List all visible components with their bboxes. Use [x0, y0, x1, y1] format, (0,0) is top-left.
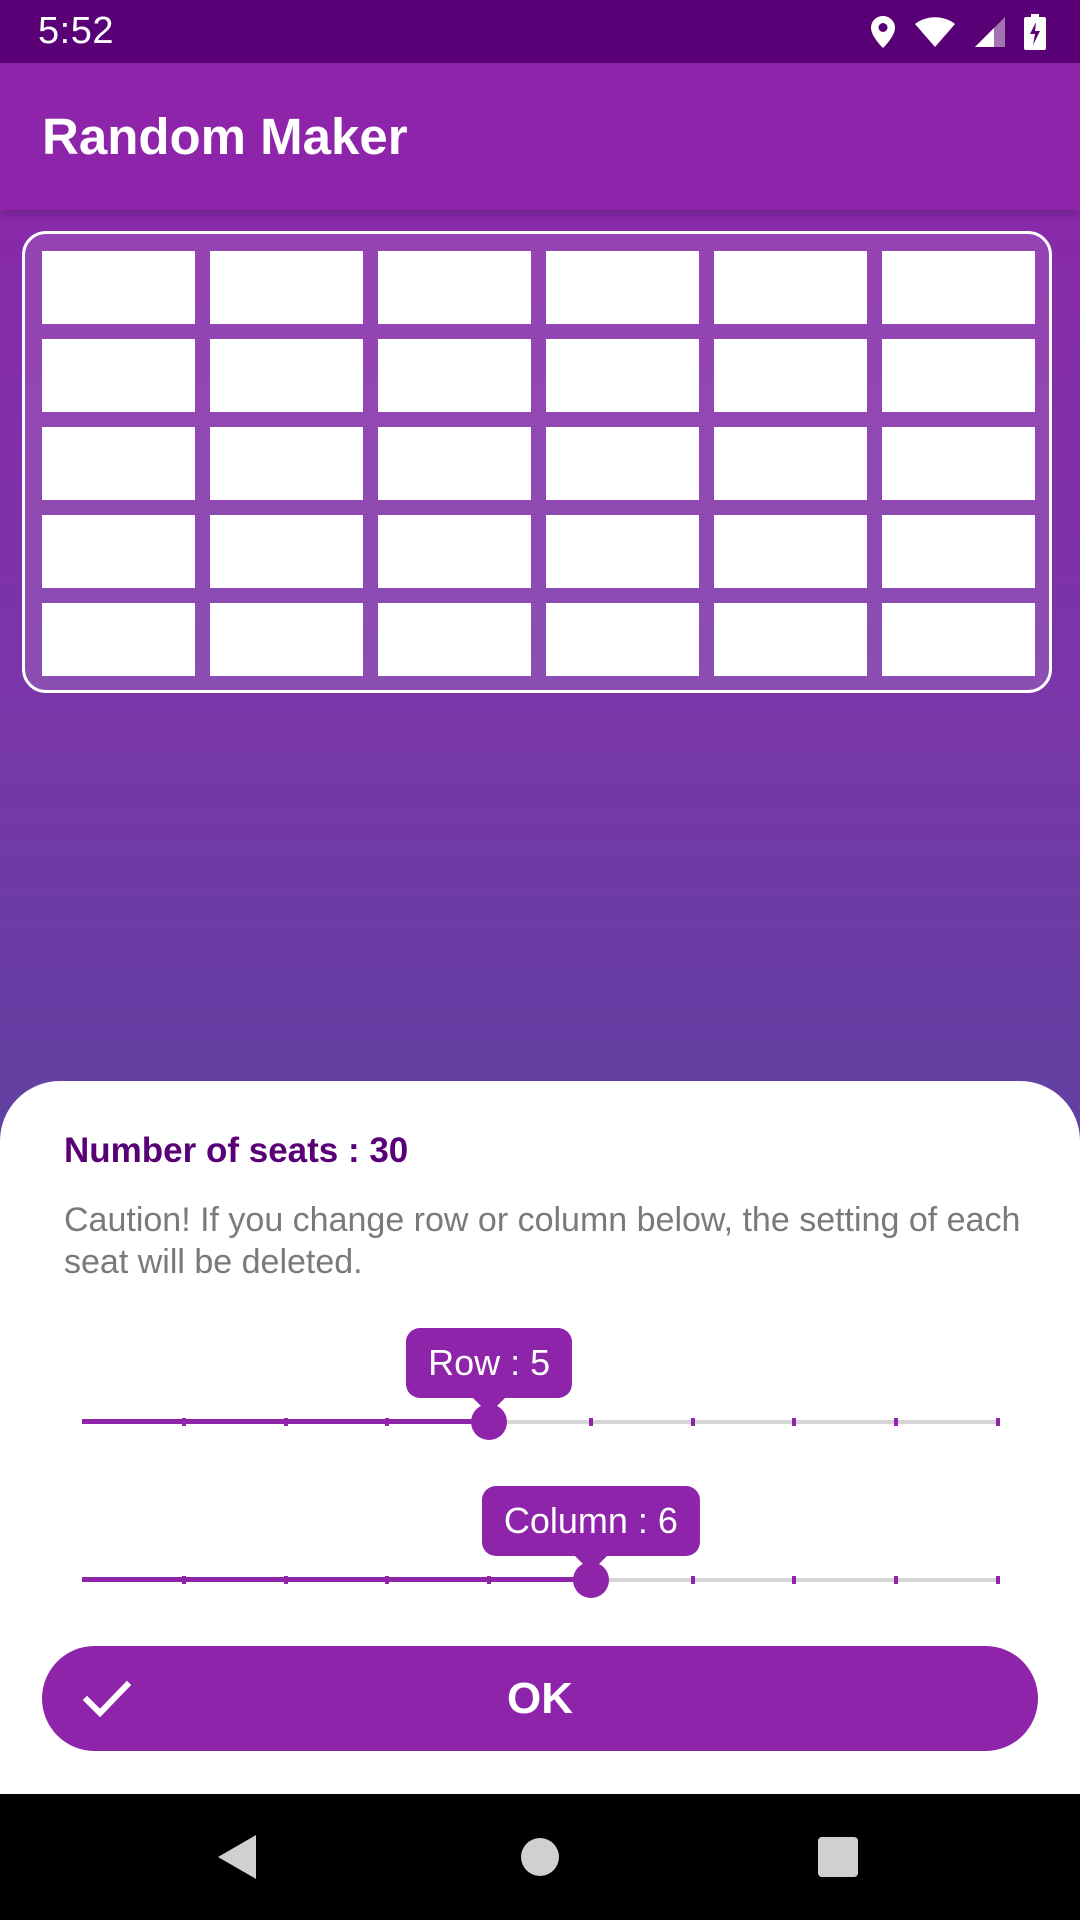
seat-cell[interactable] [210, 603, 363, 676]
seat-cell[interactable] [378, 339, 531, 412]
slider-tick [792, 1418, 797, 1426]
seat-cell[interactable] [42, 515, 195, 588]
seat-cell[interactable] [210, 427, 363, 500]
seat-cell[interactable] [42, 603, 195, 676]
slider-tick [385, 1576, 390, 1584]
seat-cell[interactable] [42, 251, 195, 324]
row-value-bubble: Row : 5 [406, 1328, 573, 1414]
status-icons [870, 12, 1046, 52]
seat-cell[interactable] [882, 603, 1035, 676]
seat-cell[interactable] [714, 339, 867, 412]
slider-tick [996, 1418, 1000, 1426]
row-slider-thumb[interactable] [471, 1404, 508, 1440]
column-slider-fill [82, 1577, 591, 1582]
seat-cell[interactable] [42, 339, 195, 412]
status-time: 5:52 [38, 10, 114, 52]
caution-text: Caution! If you change row or column bel… [64, 1201, 1021, 1281]
seat-cell[interactable] [714, 603, 867, 676]
navigation-bar [0, 1794, 1080, 1920]
back-icon[interactable] [214, 1833, 260, 1881]
recents-icon[interactable] [816, 1833, 860, 1881]
slider-tick [283, 1418, 288, 1426]
home-icon[interactable] [520, 1833, 560, 1881]
battery-charging-icon [1024, 14, 1046, 50]
column-value-bubble: Column : 6 [481, 1486, 700, 1572]
seat-cell[interactable] [714, 515, 867, 588]
slider-tick [996, 1576, 1000, 1584]
seat-cell[interactable] [378, 515, 531, 588]
slider-tick [181, 1418, 186, 1426]
seat-cell[interactable] [882, 251, 1035, 324]
row-slider[interactable]: Row : 5 [82, 1328, 1000, 1452]
seat-cell[interactable] [546, 603, 699, 676]
seat-cell[interactable] [210, 251, 363, 324]
slider-tick [690, 1418, 695, 1426]
slider-tick [385, 1418, 390, 1426]
seat-cell[interactable] [210, 515, 363, 588]
seat-cell[interactable] [42, 427, 195, 500]
app-bar: Random Maker [0, 63, 1080, 210]
seat-cell[interactable] [882, 427, 1035, 500]
seat-cell[interactable] [378, 427, 531, 500]
seat-cell[interactable] [210, 339, 363, 412]
seat-panel [22, 231, 1052, 693]
seat-cell[interactable] [882, 515, 1035, 588]
slider-tick [283, 1576, 288, 1584]
slider-tick [487, 1576, 492, 1584]
seat-cell[interactable] [882, 339, 1035, 412]
slider-tick [792, 1576, 797, 1584]
ok-button-label: OK [507, 1674, 573, 1723]
seat-cell[interactable] [714, 427, 867, 500]
app-title: Random Maker [42, 108, 408, 165]
slider-tick [181, 1576, 186, 1584]
location-icon [871, 16, 895, 48]
seat-cell[interactable] [378, 251, 531, 324]
cell-signal-icon [975, 17, 1005, 47]
seat-cell[interactable] [546, 251, 699, 324]
slider-tick [894, 1418, 899, 1426]
seat-cell[interactable] [546, 515, 699, 588]
seat-cell[interactable] [546, 339, 699, 412]
wifi-icon [915, 17, 955, 47]
status-bar: 5:52 [0, 0, 1080, 63]
seat-cell[interactable] [714, 251, 867, 324]
seat-cell[interactable] [378, 603, 531, 676]
column-slider[interactable]: Column : 6 [82, 1486, 1000, 1610]
screen: 5:52 Random Maker Number of seats: 30 C… [0, 0, 1080, 1920]
slider-tick [894, 1576, 899, 1584]
seat-count-label: Number of seats : 30 [64, 1131, 409, 1170]
seat-grid [42, 251, 1035, 676]
slider-tick [588, 1418, 593, 1426]
seat-cell[interactable] [546, 427, 699, 500]
ok-button[interactable]: OK [42, 1646, 1038, 1751]
column-slider-thumb[interactable] [572, 1562, 609, 1598]
slider-tick [690, 1576, 695, 1584]
seat-settings-sheet: Number of seats : 30 Caution! If you cha… [0, 1081, 1080, 1794]
